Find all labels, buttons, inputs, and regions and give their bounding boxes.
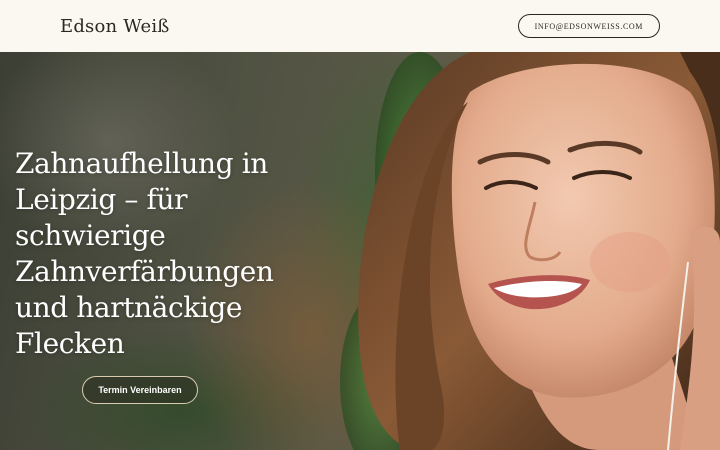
hero-section: Zahnaufhellung in Leipzig – für schwieri… bbox=[0, 52, 720, 450]
contact-email-button[interactable]: INFO@EDSONWEISS.COM bbox=[517, 14, 660, 38]
hero-heading: Zahnaufhellung in Leipzig – für schwieri… bbox=[15, 147, 274, 360]
site-header: Edson Weiß INFO@EDSONWEISS.COM bbox=[0, 0, 720, 52]
brand-logo-text[interactable]: Edson Weiß bbox=[60, 16, 170, 37]
book-appointment-button[interactable]: Termin Vereinbaren bbox=[82, 376, 198, 404]
